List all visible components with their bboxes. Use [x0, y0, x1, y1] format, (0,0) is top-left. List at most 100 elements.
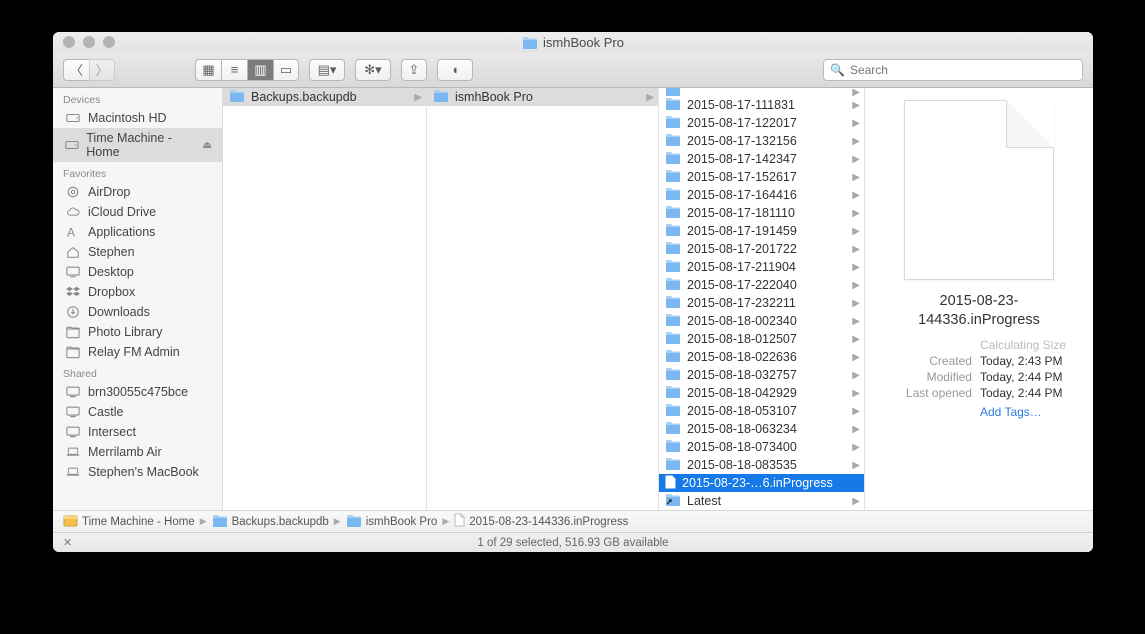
path-segment[interactable]: Time Machine - Home [63, 513, 195, 531]
arrange-button[interactable]: ▤▾ [309, 59, 345, 81]
folder-row[interactable]: 2015-08-17-122017▶ [659, 114, 864, 132]
folder-row[interactable]: 2015-08-18-073400▶ [659, 438, 864, 456]
coverflow-view-button[interactable]: ▭ [273, 59, 299, 81]
sidebar-item[interactable]: Stephen [53, 242, 222, 262]
folder-row[interactable]: 2015-08-17-201722▶ [659, 240, 864, 258]
folder-icon [665, 349, 681, 365]
folder-row[interactable]: 2015-08-17-132156▶ [659, 132, 864, 150]
sidebar-item[interactable]: iCloud Drive [53, 202, 222, 222]
folder-icon [665, 259, 681, 275]
column-2[interactable]: x▶2015-08-17-111831▶2015-08-17-122017▶20… [659, 88, 865, 510]
action-button[interactable]: ✻▾ [355, 59, 391, 81]
folder-row[interactable]: 2015-08-17-191459▶ [659, 222, 864, 240]
folder-row[interactable]: 2015-08-17-152617▶ [659, 168, 864, 186]
column-1[interactable]: ismhBook Pro▶ [427, 88, 659, 510]
sidebar-item[interactable]: Macintosh HD [53, 108, 222, 128]
add-tags-link[interactable]: Add Tags… [980, 405, 1066, 419]
folder-row[interactable]: 2015-08-17-181110▶ [659, 204, 864, 222]
share-button[interactable]: ⇪ [401, 59, 427, 81]
eject-icon[interactable]: ⏏ [203, 140, 212, 151]
sidebar-item-label: brn30055c475bce [88, 385, 188, 399]
sidebar-item[interactable]: Castle [53, 402, 222, 422]
folder-row[interactable]: 2015-08-18-063234▶ [659, 420, 864, 438]
folder-icon [665, 133, 681, 149]
folder-row[interactable]: 2015-08-17-164416▶ [659, 186, 864, 204]
tags-button[interactable]: ◖ [437, 59, 473, 81]
sidebar-item[interactable]: Merrilamb Air [53, 442, 222, 462]
disk-icon [63, 513, 78, 531]
titlebar: ismhBook Pro [53, 32, 1093, 52]
window-title-text: ismhBook Pro [543, 35, 624, 50]
chevron-right-icon: ▶ [852, 280, 860, 291]
folder-row[interactable]: 2015-08-17-111831▶ [659, 96, 864, 114]
search-input[interactable] [850, 63, 1076, 77]
folder-row[interactable]: x▶ [659, 88, 864, 96]
folder-icon [665, 97, 681, 113]
file-row[interactable]: 2015-08-23-…6.inProgress [659, 474, 864, 492]
icon-view-button[interactable]: ▦ [195, 59, 221, 81]
item-label: ismhBook Pro [455, 90, 640, 104]
path-segment[interactable]: ismhBook Pro [346, 514, 438, 530]
sidebar-item-label: Castle [88, 405, 123, 419]
list-view-button[interactable]: ≡ [221, 59, 247, 81]
folder-row[interactable]: 2015-08-18-012507▶ [659, 330, 864, 348]
folder-row[interactable]: 2015-08-18-002340▶ [659, 312, 864, 330]
search-field[interactable]: 🔍 [823, 59, 1083, 81]
sidebar-item[interactable]: brn30055c475bce [53, 382, 222, 402]
item-label: 2015-08-23-…6.inProgress [682, 476, 860, 490]
folder-row[interactable]: 2015-08-17-222040▶ [659, 276, 864, 294]
folder-row[interactable]: Backups.backupdb▶ [223, 88, 426, 106]
column-0[interactable]: Backups.backupdb▶ [223, 88, 427, 510]
path-segment[interactable]: Backups.backupdb [212, 514, 329, 530]
sidebar[interactable]: DevicesMacintosh HDTime Machine - Home⏏F… [53, 88, 223, 510]
airdrop-icon [65, 185, 81, 199]
sidebar-section-header: Devices [53, 88, 222, 108]
back-button[interactable]: 〈 [63, 59, 89, 81]
laptop-icon [65, 445, 81, 459]
stop-icon[interactable]: ✕ [63, 536, 72, 549]
folder-row[interactable]: 2015-08-18-022636▶ [659, 348, 864, 366]
item-label: 2015-08-17-132156 [687, 134, 846, 148]
item-label: 2015-08-18-042929 [687, 386, 846, 400]
column-view-button[interactable]: ▥ [247, 59, 273, 81]
sidebar-item-label: Desktop [88, 265, 134, 279]
column-browser: Backups.backupdb▶ ismhBook Pro▶ x▶2015-0… [223, 88, 1093, 510]
folder-row[interactable]: 2015-08-17-142347▶ [659, 150, 864, 168]
sidebar-item[interactable]: Stephen's MacBook [53, 462, 222, 482]
folder-row[interactable]: 2015-08-18-032757▶ [659, 366, 864, 384]
item-label: 2015-08-18-012507 [687, 332, 846, 346]
sidebar-item[interactable]: Downloads [53, 302, 222, 322]
sidebar-item[interactable]: Desktop [53, 262, 222, 282]
folder-row[interactable]: 2015-08-18-053107▶ [659, 402, 864, 420]
sidebar-item-label: Time Machine - Home [86, 131, 195, 159]
folder-icon [665, 457, 681, 473]
item-label: 2015-08-17-142347 [687, 152, 846, 166]
folder-icon [665, 403, 681, 419]
opened-label: Last opened [892, 386, 972, 400]
chevron-right-icon: ▶ [200, 516, 207, 527]
folder-row[interactable]: 2015-08-17-232211▶ [659, 294, 864, 312]
sidebar-item[interactable]: AApplications [53, 222, 222, 242]
forward-button[interactable]: 〉 [89, 59, 115, 81]
folder-row[interactable]: ismhBook Pro▶ [427, 88, 658, 106]
folder-icon [665, 88, 681, 96]
folder-row[interactable]: 2015-08-18-042929▶ [659, 384, 864, 402]
net-icon [65, 425, 81, 439]
folder-icon [346, 514, 362, 530]
sidebar-item[interactable]: Intersect [53, 422, 222, 442]
sidebar-item[interactable]: AirDrop [53, 182, 222, 202]
sidebar-item-label: Merrilamb Air [88, 445, 162, 459]
file-row[interactable]: Latest▶ [659, 492, 864, 510]
finder-window: ismhBook Pro 〈 〉 ▦ ≡ ▥ ▭ ▤▾ ✻▾ ⇪ ◖ 🔍 Dev… [53, 32, 1093, 552]
sidebar-item-label: AirDrop [88, 185, 130, 199]
chevron-right-icon: ▶ [852, 424, 860, 435]
folder-row[interactable]: 2015-08-17-211904▶ [659, 258, 864, 276]
sidebar-item[interactable]: Photo Library [53, 322, 222, 342]
sidebar-item-label: Macintosh HD [88, 111, 167, 125]
chevron-right-icon: ▶ [852, 406, 860, 417]
path-segment[interactable]: 2015-08-23-144336.inProgress [454, 513, 628, 530]
sidebar-item[interactable]: Dropbox [53, 282, 222, 302]
sidebar-item[interactable]: Time Machine - Home ⏏ [53, 128, 222, 162]
folder-row[interactable]: 2015-08-18-083535▶ [659, 456, 864, 474]
sidebar-item[interactable]: Relay FM Admin [53, 342, 222, 362]
